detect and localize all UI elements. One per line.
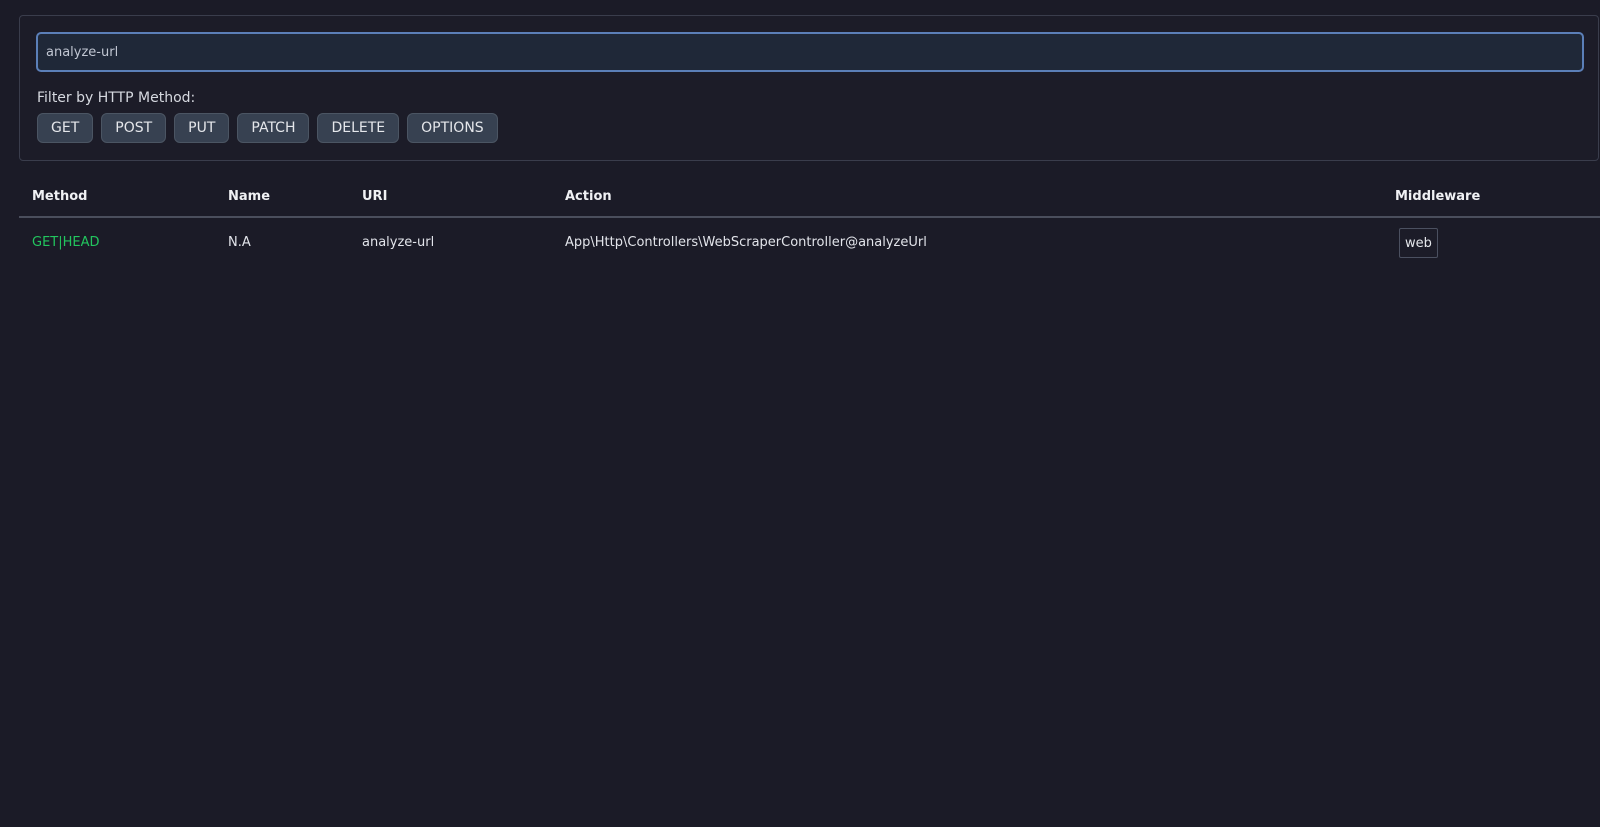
search-input[interactable]	[36, 32, 1584, 72]
route-method: GET|HEAD	[32, 235, 100, 250]
table-header-row: Method Name URI Action Middleware	[19, 176, 1600, 218]
filter-patch-button[interactable]: PATCH	[237, 113, 310, 143]
column-header-uri[interactable]: URI	[362, 189, 387, 204]
column-header-name[interactable]: Name	[228, 189, 270, 204]
filter-options-button[interactable]: OPTIONS	[407, 113, 498, 143]
filter-post-button[interactable]: POST	[101, 113, 167, 143]
column-header-middleware[interactable]: Middleware	[1395, 189, 1480, 204]
route-name: N.A	[228, 235, 251, 250]
table-row[interactable]: GET|HEAD N.A analyze-url App\Http\Contro…	[19, 218, 1600, 268]
filter-put-button[interactable]: PUT	[174, 113, 230, 143]
routes-table: Method Name URI Action Middleware GET|HE…	[19, 176, 1600, 268]
route-uri: analyze-url	[362, 235, 435, 250]
route-action: App\Http\Controllers\WebScraperControlle…	[565, 235, 927, 250]
filter-method-label: Filter by HTTP Method:	[37, 90, 196, 106]
filter-get-button[interactable]: GET	[37, 113, 94, 143]
column-header-method[interactable]: Method	[32, 189, 87, 204]
method-filter-buttons: GET POST PUT PATCH DELETE OPTIONS	[37, 113, 498, 143]
filter-panel: Filter by HTTP Method: GET POST PUT PATC…	[19, 15, 1599, 161]
middleware-badge: web	[1399, 228, 1438, 258]
filter-delete-button[interactable]: DELETE	[317, 113, 400, 143]
column-header-action[interactable]: Action	[565, 189, 612, 204]
